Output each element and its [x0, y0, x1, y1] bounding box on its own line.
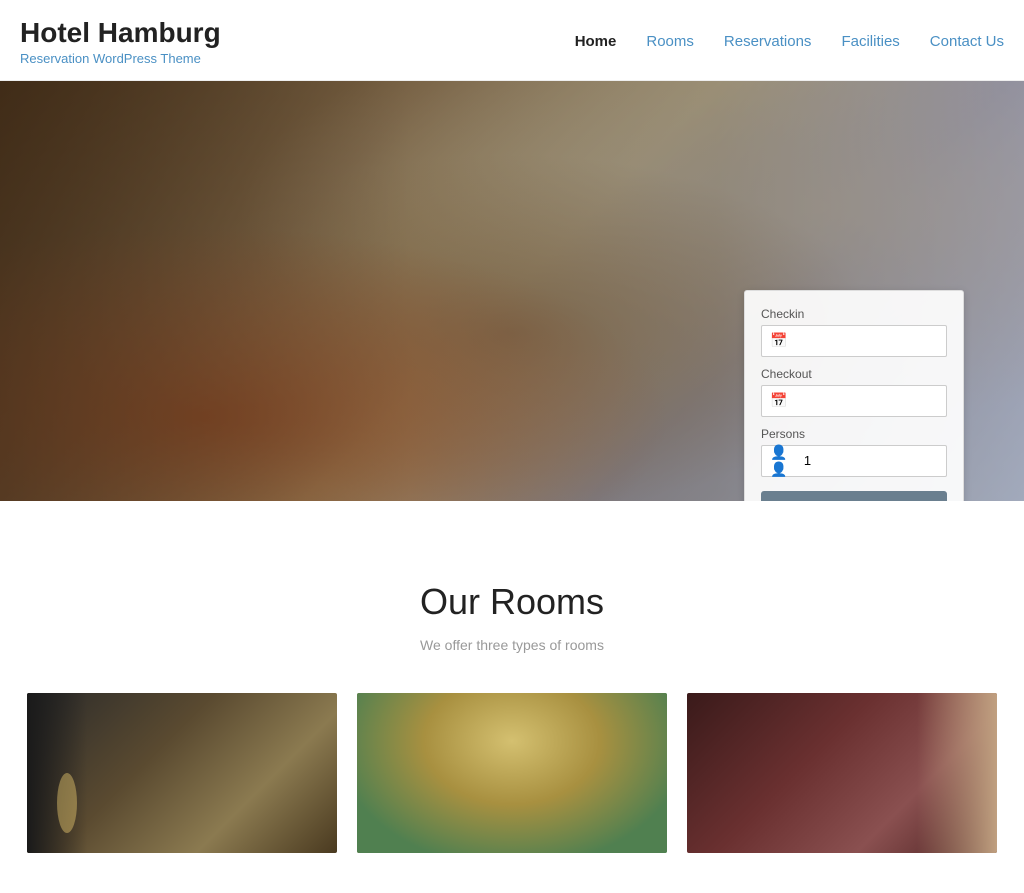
room-cards-container: [20, 683, 1004, 863]
rooms-title: Our Rooms: [20, 581, 1004, 623]
site-title: Hotel Hamburg: [20, 18, 221, 49]
room-card-1[interactable]: [27, 693, 337, 853]
checkin-input-wrapper[interactable]: 📅: [761, 325, 947, 357]
checkin-input[interactable]: [793, 333, 938, 348]
checkout-input-wrapper[interactable]: 📅: [761, 385, 947, 417]
calendar-icon-2: 📅: [770, 392, 787, 409]
site-subtitle: Reservation WordPress Theme: [20, 51, 221, 66]
persons-input-wrapper[interactable]: 👤👤: [761, 445, 947, 477]
nav-contact[interactable]: Contact Us: [930, 33, 1004, 50]
rooms-subtitle: We offer three types of rooms: [20, 637, 1004, 653]
persons-input[interactable]: [804, 453, 938, 468]
calendar-icon: 📅: [770, 332, 787, 349]
checkout-input[interactable]: [793, 393, 938, 408]
nav-rooms[interactable]: Rooms: [646, 33, 694, 50]
room-card-3[interactable]: [687, 693, 997, 853]
site-header: Hotel Hamburg Reservation WordPress Them…: [0, 0, 1024, 81]
rooms-section: Our Rooms We offer three types of rooms: [0, 501, 1024, 893]
checkin-label: Checkin: [761, 307, 947, 321]
main-nav: Home Rooms Reservations Facilities Conta…: [575, 33, 1004, 50]
booking-widget: Checkin 📅 Checkout 📅 Persons 👤👤 Check av…: [744, 290, 964, 501]
room-card-2[interactable]: [357, 693, 667, 853]
persons-icon: 👤👤: [770, 444, 798, 478]
hero-section: Checkin 📅 Checkout 📅 Persons 👤👤 Check av…: [0, 81, 1024, 501]
checkout-label: Checkout: [761, 367, 947, 381]
check-availabilities-button[interactable]: Check availabilities: [761, 491, 947, 501]
nav-facilities[interactable]: Facilities: [841, 33, 899, 50]
nav-reservations[interactable]: Reservations: [724, 33, 812, 50]
persons-label: Persons: [761, 427, 947, 441]
nav-home[interactable]: Home: [575, 33, 617, 50]
logo: Hotel Hamburg Reservation WordPress Them…: [20, 18, 221, 66]
